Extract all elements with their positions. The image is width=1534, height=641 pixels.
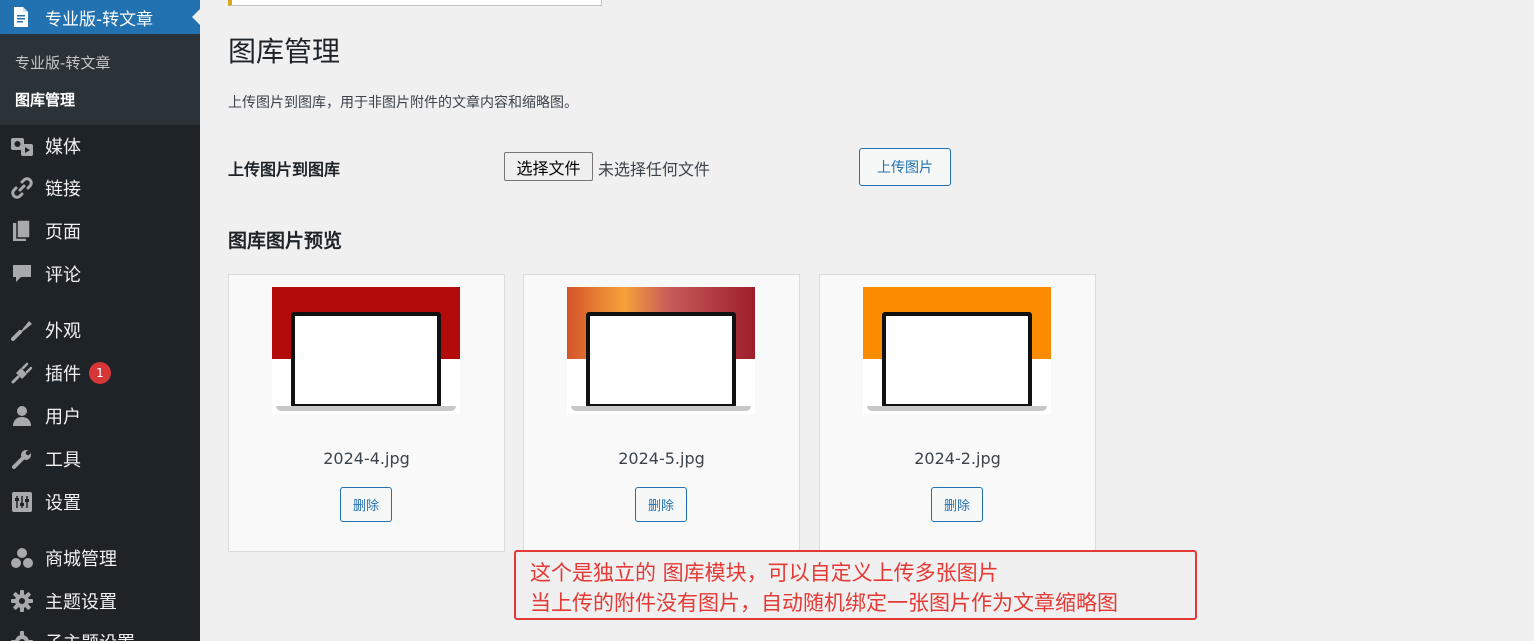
menu-item-label: 插件	[45, 364, 81, 385]
user-icon	[10, 404, 34, 428]
image-filename: 2024-5.jpg	[618, 449, 705, 468]
annotation-callout: 这个是独立的 图库模块，可以自定义上传多张图片 当上传的附件没有图片，自动随机绑…	[514, 550, 1197, 620]
menu-item-comments[interactable]: 评论	[0, 254, 200, 294]
image-filename: 2024-4.jpg	[323, 449, 410, 468]
upload-image-button[interactable]: 上传图片	[859, 148, 951, 186]
menu-item-child-theme-settings[interactable]: 子主题设置	[0, 622, 200, 641]
menu-item-plugins[interactable]: 插件 1	[0, 353, 200, 393]
laptop-screen	[291, 312, 441, 408]
pages-icon	[10, 219, 34, 243]
delete-image-button[interactable]: 删除	[635, 487, 687, 522]
current-menu-arrow	[192, 8, 201, 26]
menu-item-label: 工具	[45, 450, 81, 471]
menu-item-label: 主题设置	[45, 592, 117, 613]
media-icon	[10, 134, 34, 158]
admin-sidebar: 专业版-转文章 专业版-转文章 图库管理 媒体 链接 页面 评论 外观 插件 1…	[0, 0, 201, 641]
gallery-image-card: 2024-4.jpg 删除	[228, 274, 505, 552]
menu-item-settings[interactable]: 设置	[0, 482, 200, 522]
update-count-badge: 1	[89, 362, 111, 384]
menu-item-links[interactable]: 链接	[0, 168, 200, 208]
menu-item-appearance[interactable]: 外观	[0, 310, 200, 350]
submenu: 专业版-转文章 图库管理	[0, 34, 200, 125]
document-icon	[11, 7, 31, 27]
image-filename: 2024-2.jpg	[914, 449, 1001, 468]
image-thumbnail	[863, 287, 1051, 414]
notice-box	[228, 0, 602, 6]
image-thumbnail	[272, 287, 460, 414]
gallery-image-card: 2024-5.jpg 删除	[523, 274, 800, 552]
link-icon	[10, 176, 34, 200]
settings-icon	[10, 490, 34, 514]
submenu-item-pro-to-post[interactable]: 专业版-转文章	[15, 52, 110, 73]
gear-icon	[10, 630, 34, 641]
menu-item-shop[interactable]: 商城管理	[0, 538, 200, 578]
menu-item-pro-to-post[interactable]: 专业版-转文章	[0, 0, 201, 34]
delete-image-button[interactable]: 删除	[340, 487, 392, 522]
laptop-screen	[882, 312, 1032, 408]
menu-item-label: 设置	[45, 493, 81, 514]
appearance-icon	[10, 318, 34, 342]
submenu-item-gallery[interactable]: 图库管理	[15, 89, 75, 110]
menu-item-tools[interactable]: 工具	[0, 439, 200, 479]
plugin-icon	[10, 361, 34, 385]
gear-icon	[10, 589, 34, 613]
annotation-line-2: 当上传的附件没有图片，自动随机绑定一张图片作为文章缩略图	[530, 591, 1118, 615]
menu-item-pages[interactable]: 页面	[0, 211, 200, 251]
menu-item-label: 用户	[45, 407, 81, 428]
menu-item-users[interactable]: 用户	[0, 396, 200, 436]
menu-item-label: 子主题设置	[45, 629, 135, 641]
menu-item-label: 页面	[45, 222, 81, 243]
menu-item-label: 媒体	[45, 137, 81, 158]
delete-image-button[interactable]: 删除	[931, 487, 983, 522]
choose-file-button[interactable]: 选择文件	[504, 152, 593, 181]
menu-item-theme-settings[interactable]: 主题设置	[0, 581, 200, 621]
gallery-image-card: 2024-2.jpg 删除	[819, 274, 1096, 552]
menu-item-label: 评论	[45, 265, 81, 286]
menu-item-label: 链接	[45, 179, 81, 200]
laptop-screen	[586, 312, 736, 408]
image-thumbnail	[567, 287, 755, 414]
menu-item-label: 商城管理	[45, 549, 117, 570]
upload-field-label: 上传图片到图库	[228, 160, 341, 179]
group-icon	[10, 546, 34, 570]
wrench-icon	[10, 447, 34, 471]
menu-item-media[interactable]: 媒体	[0, 126, 200, 166]
preview-section-title: 图库图片预览	[228, 230, 343, 252]
page-description: 上传图片到图库，用于非图片附件的文章内容和缩略图。	[228, 95, 578, 111]
menu-item-label: 专业版-转文章	[45, 9, 154, 30]
file-status-text: 未选择任何文件	[598, 160, 711, 179]
menu-item-label: 外观	[45, 321, 81, 342]
annotation-line-1: 这个是独立的 图库模块，可以自定义上传多张图片	[530, 561, 999, 585]
page-title: 图库管理	[228, 35, 341, 68]
comment-icon	[10, 262, 34, 286]
